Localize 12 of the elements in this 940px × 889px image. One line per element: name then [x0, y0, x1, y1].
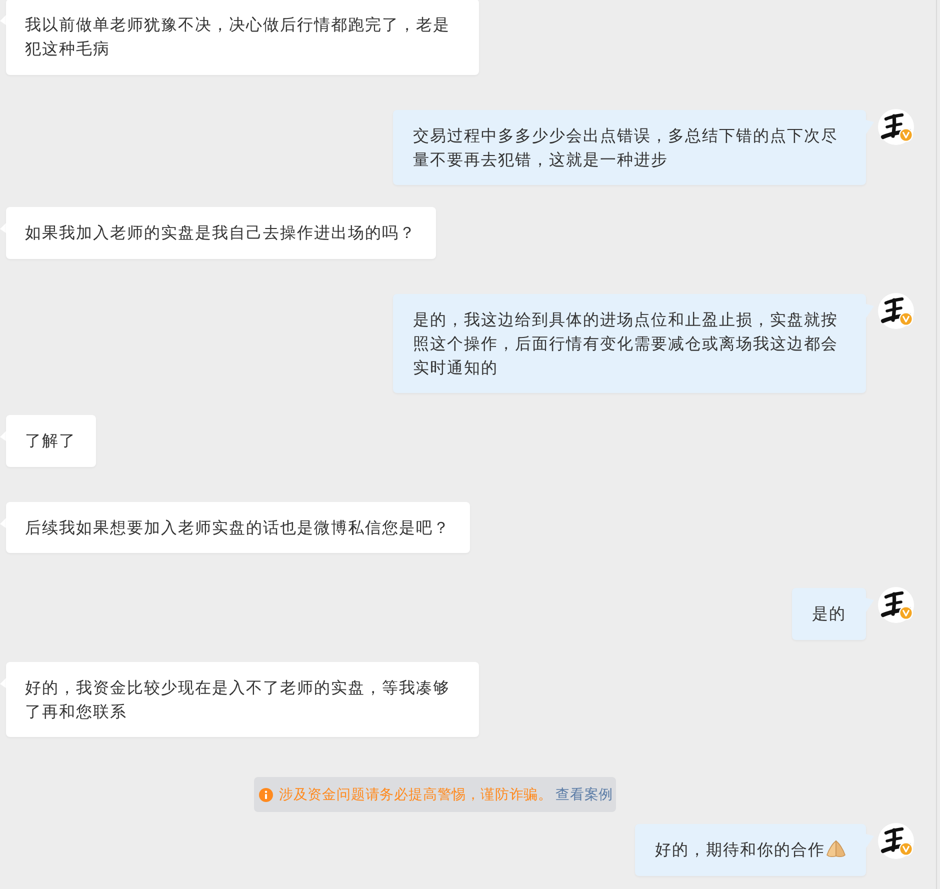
message-text: 是的: [812, 604, 846, 623]
message-text: 交易过程中多多少少会出点错误，多总结下错的点下次尽量不要再去犯错，这就是一种进步: [413, 126, 838, 168]
message-text: 好的，我资金比较少现在是入不了老师的实盘，等我凑够了再和您联系: [25, 678, 450, 720]
message-text: 了解了: [25, 431, 76, 450]
message-text: 后续我如果想要加入老师实盘的话也是微博私信您是吧？: [25, 518, 450, 536]
info-icon: [258, 788, 273, 802]
message-text: 如果我加入老师的实盘是我自己去操作进出场的吗？: [25, 223, 416, 242]
message-text: 我以前做单老师犹豫不决，决心做后行情都跑完了，老是犯这种毛病: [25, 15, 450, 58]
view-cases-link[interactable]: 查看案例: [556, 786, 614, 804]
warning-text: 涉及资金问题请务必提高警惕，谨防诈骗。: [278, 786, 552, 804]
message-text: 好的，期待和你的合作: [655, 840, 825, 859]
message-text: 是的，我这边给到具体的进场点位和止盈止损，实盘就按照这个操作，后面行情有变化需要减仓或离场我这边都会实时通知的: [413, 310, 838, 376]
